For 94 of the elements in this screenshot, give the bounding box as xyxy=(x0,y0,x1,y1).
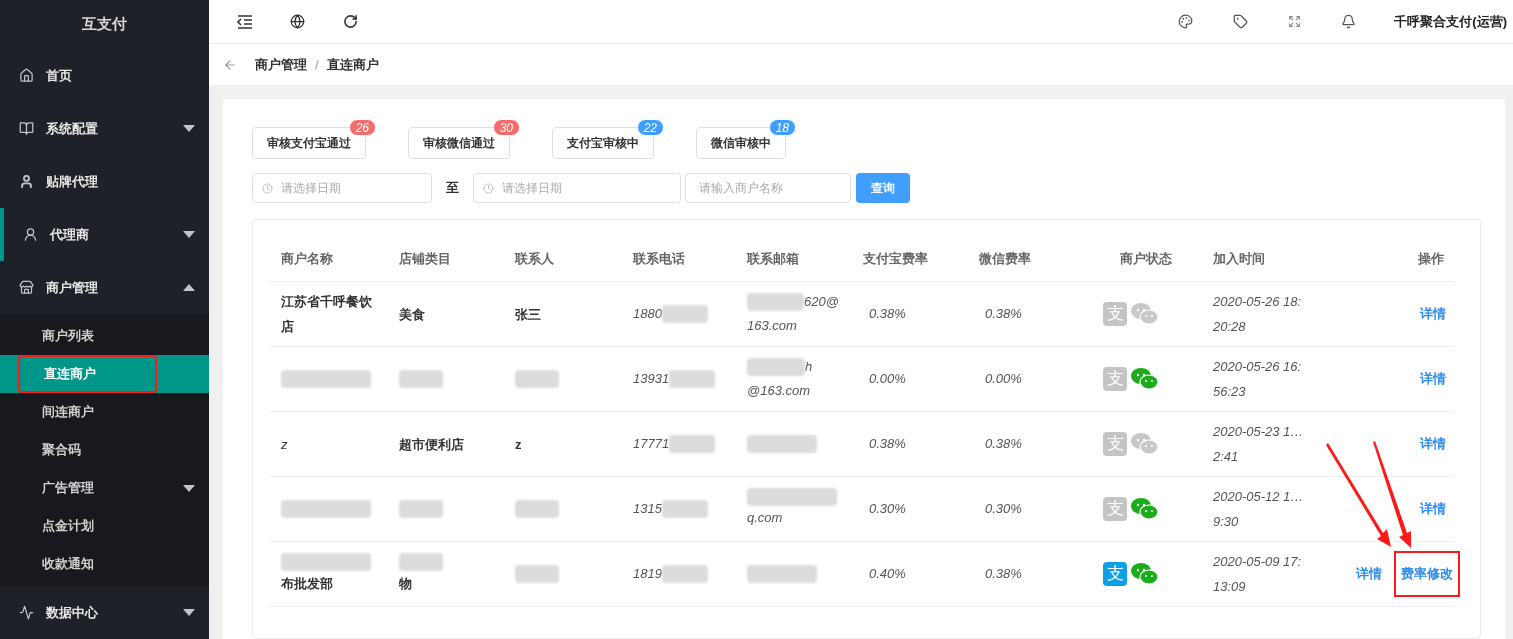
column-header: 操作 xyxy=(1417,249,1445,268)
submenu-item[interactable]: 广告管理 xyxy=(18,469,209,507)
rate-cell-text: 0.00% xyxy=(984,370,1023,389)
sidebar-item[interactable]: 贴牌代理 xyxy=(0,155,209,208)
brand-title: 互支付 xyxy=(82,14,127,35)
date-field[interactable]: 请选择日期 xyxy=(473,173,681,203)
count-badge: 26 xyxy=(348,119,376,136)
table-cell-text: z xyxy=(515,435,523,454)
column-header: 联系人 xyxy=(514,249,555,268)
email-text: h xyxy=(805,358,813,376)
join-time-text: 13:09 xyxy=(1213,578,1247,596)
column-header: 加入时间 xyxy=(1212,249,1266,268)
sidebar-item[interactable]: 数据中心 xyxy=(0,586,209,639)
submenu-item[interactable]: 直连商户 xyxy=(18,355,157,393)
range-separator: 至 xyxy=(446,179,459,198)
breadcrumb-item: 直连商户 xyxy=(326,55,379,74)
phone-cell-text: 1315 xyxy=(633,500,662,519)
column-header: 微信费率 xyxy=(978,249,1032,268)
submenu-item[interactable]: 点金计划 xyxy=(18,507,209,545)
alipay-icon: 支 xyxy=(1103,367,1127,391)
notification-icon[interactable] xyxy=(1341,14,1357,30)
person-icon xyxy=(19,174,34,189)
rate-cell-text: 0.30% xyxy=(868,500,907,519)
table-cell-text: 美食 xyxy=(399,305,426,324)
join-time-text: 2020-05-23 1… xyxy=(1213,423,1305,441)
count-badge: 30 xyxy=(492,119,520,136)
palette-icon[interactable] xyxy=(1178,14,1194,30)
join-time-text: 2020-05-09 17: xyxy=(1213,553,1303,571)
tag-icon[interactable] xyxy=(1233,14,1249,30)
book-icon xyxy=(19,121,34,136)
table-cell-text: 超市便利店 xyxy=(399,435,465,454)
table-cell-text: 布批发部 xyxy=(281,574,334,593)
rate-cell-text: 0.38% xyxy=(868,435,907,454)
sidebar-item[interactable]: 首页 xyxy=(0,49,209,102)
join-time-text: 2020-05-12 1… xyxy=(1213,488,1305,506)
alipay-icon: 支 xyxy=(1103,302,1127,326)
alipay-icon: 支 xyxy=(1103,497,1127,521)
sidebar-item[interactable]: 系统配置 xyxy=(0,102,209,155)
breadcrumb-separator: / xyxy=(315,55,319,74)
user-name[interactable]: 千呼聚合支付(运营) xyxy=(1394,11,1507,32)
email-text: 620@ xyxy=(804,293,839,311)
collapse-menu-icon[interactable] xyxy=(237,14,253,29)
merchant-name-field[interactable]: 请输入商户名称 xyxy=(685,173,851,203)
rate-cell-text: 0.38% xyxy=(984,565,1023,584)
rate-cell-text: 0.38% xyxy=(984,305,1023,324)
refresh-icon[interactable] xyxy=(343,14,358,30)
pulse-icon xyxy=(19,605,34,620)
date-field[interactable]: 请选择日期 xyxy=(252,173,432,203)
email-text: @163.com xyxy=(747,382,811,400)
table-cell-text: 张三 xyxy=(515,305,542,324)
join-time-text: 2020-05-26 16: xyxy=(1213,358,1303,376)
join-time-text: 2:41 xyxy=(1213,448,1240,466)
column-header: 店铺类目 xyxy=(398,249,452,268)
rate-cell-text: 0.00% xyxy=(868,370,907,389)
column-header: 商户名称 xyxy=(280,249,334,268)
user-icon xyxy=(23,227,38,242)
table-cell-text: 江苏省千呼餐饮店 xyxy=(281,293,373,336)
submenu-item[interactable]: 间连商户 xyxy=(18,393,209,431)
email-text: q.com xyxy=(747,509,783,527)
join-time-text: 20:28 xyxy=(1213,318,1247,336)
count-badge: 22 xyxy=(636,119,664,136)
submenu-item[interactable]: 聚合码 xyxy=(18,431,209,469)
join-time-text: 9:30 xyxy=(1213,513,1240,531)
rate-cell-text: 0.30% xyxy=(984,500,1023,519)
rate-cell-text: 0.40% xyxy=(868,565,907,584)
column-header: 联系邮箱 xyxy=(746,249,800,268)
sidebar-item[interactable]: 商户管理 xyxy=(0,261,209,314)
submenu-item[interactable]: 收款通知 xyxy=(18,545,209,583)
column-header: 支付宝费率 xyxy=(862,249,929,268)
fullscreen-icon[interactable] xyxy=(1288,15,1302,29)
count-badge: 18 xyxy=(768,119,796,136)
alipay-icon: 支 xyxy=(1103,562,1127,586)
store-icon xyxy=(19,280,34,295)
home-icon xyxy=(19,68,34,83)
clock-icon xyxy=(483,183,494,194)
phone-cell-text: 1880 xyxy=(633,305,662,324)
rate-cell-text: 0.38% xyxy=(868,305,907,324)
phone-cell-text: 17771 xyxy=(633,435,670,454)
phone-cell-text: 13931 xyxy=(633,370,670,389)
submenu-item[interactable]: 商户列表 xyxy=(18,317,209,355)
column-header: 商户状态 xyxy=(1119,249,1173,268)
email-text: 163.com xyxy=(747,317,797,335)
clock-icon xyxy=(262,183,273,194)
breadcrumb-item[interactable]: 商户管理 xyxy=(255,54,307,75)
table-cell-text: 物 xyxy=(399,574,413,593)
phone-cell-text: 1819 xyxy=(633,565,662,584)
table-cell-text: z xyxy=(281,435,289,454)
join-time-text: 56:23 xyxy=(1213,383,1247,401)
join-time-text: 2020-05-26 18: xyxy=(1213,293,1303,311)
alipay-icon: 支 xyxy=(1103,432,1127,456)
action-link[interactable]: 费率修改 xyxy=(1394,551,1460,597)
globe-icon[interactable] xyxy=(290,14,305,30)
column-header: 联系电话 xyxy=(632,249,686,268)
rate-cell-text: 0.38% xyxy=(984,435,1023,454)
